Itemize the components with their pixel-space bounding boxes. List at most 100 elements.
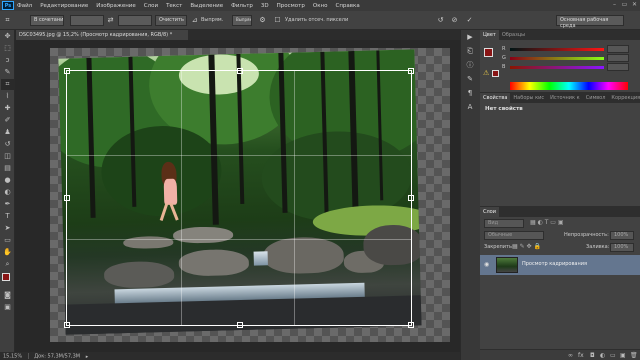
screen-mode-icon[interactable]: ▣ <box>1 302 14 313</box>
folder-icon[interactable]: ▭ <box>610 352 616 359</box>
lasso-tool-icon[interactable]: ↄ <box>1 55 14 66</box>
crop-handle-bottom-left[interactable] <box>64 322 70 328</box>
menu-window[interactable]: Окно <box>313 3 328 9</box>
trash-icon[interactable]: 🗑 <box>630 352 638 359</box>
fx-icon[interactable]: fx <box>578 352 584 359</box>
type-tool-icon[interactable]: T <box>1 211 14 222</box>
menu-filter[interactable]: Фильтр <box>231 3 253 9</box>
character-icon[interactable]: A <box>461 100 479 114</box>
tab-character[interactable]: Символ <box>583 93 609 103</box>
slider-track[interactable] <box>510 66 604 69</box>
close-window-icon[interactable]: ✕ <box>630 1 639 10</box>
layer-filter-select[interactable]: Вид <box>484 219 524 228</box>
slider-track[interactable] <box>510 57 604 60</box>
slider-red[interactable]: R <box>480 45 640 54</box>
clear-button[interactable]: Очистить <box>155 15 187 26</box>
document-tab[interactable]: DSC03495.jpg @ 15,2% (Просмотр кадрирова… <box>16 30 188 40</box>
slider-value-field[interactable] <box>607 45 629 53</box>
menu-layers[interactable]: Слои <box>144 3 158 9</box>
cancel-icon[interactable]: ⊘ <box>450 16 459 25</box>
width-field[interactable] <box>70 15 104 26</box>
ratio-select[interactable]: В сочетании <box>30 15 64 26</box>
move-tool-icon[interactable]: ✥ <box>1 31 14 42</box>
zoom-tool-icon[interactable]: ⌕ <box>1 259 14 270</box>
slider-value-field[interactable] <box>607 63 629 71</box>
delete-pixels-checkbox[interactable]: ☐ <box>273 16 282 25</box>
crop-tool-preset-icon[interactable]: ⌗ <box>3 16 12 25</box>
visibility-eye-icon[interactable]: ◉ <box>484 261 489 268</box>
tab-clone-source[interactable]: Источник к <box>547 93 583 103</box>
info-icon[interactable]: ⓘ <box>461 58 479 72</box>
history-icon[interactable]: ⎗ <box>461 44 479 58</box>
menu-file[interactable]: Файл <box>17 3 32 9</box>
tab-brush-presets[interactable]: Наборы кис <box>510 93 547 103</box>
tab-color[interactable]: Цвет <box>480 30 499 40</box>
color-swatches[interactable] <box>0 273 14 289</box>
hand-tool-icon[interactable]: ✋ <box>1 247 14 258</box>
fill-field[interactable]: 100% <box>610 243 634 252</box>
blur-tool-icon[interactable]: ● <box>1 175 14 186</box>
gear-icon[interactable]: ⚙ <box>258 16 267 25</box>
tab-properties[interactable]: Свойства <box>480 93 511 103</box>
menu-view[interactable]: Просмотр <box>277 3 305 9</box>
minimize-icon[interactable]: – <box>610 1 619 10</box>
opacity-field[interactable]: 100% <box>610 231 634 240</box>
path-select-tool-icon[interactable]: ➤ <box>1 223 14 234</box>
straighten-icon[interactable]: ⊿ <box>190 16 199 25</box>
eyedropper-tool-icon[interactable]: ⌇ <box>1 91 14 102</box>
pen-tool-icon[interactable]: ✒ <box>1 199 14 210</box>
marquee-tool-icon[interactable]: ⬚ <box>1 43 14 54</box>
crop-box[interactable] <box>64 68 414 328</box>
menu-3d[interactable]: 3D <box>261 3 269 9</box>
mask-icon[interactable]: ◘ <box>590 352 595 359</box>
canvas-area[interactable] <box>16 40 460 352</box>
slider-track[interactable] <box>510 48 604 51</box>
play-icon[interactable]: ▶ <box>461 30 479 44</box>
menu-select[interactable]: Выделение <box>190 3 223 9</box>
eraser-tool-icon[interactable]: ◫ <box>1 151 14 162</box>
tab-adjustments[interactable]: Коррекция <box>608 93 640 103</box>
crop-handle-top-left[interactable] <box>64 68 70 74</box>
clone-stamp-tool-icon[interactable]: ♟ <box>1 127 14 138</box>
paragraph-icon[interactable]: ¶ <box>461 86 479 100</box>
link-icon[interactable]: ∞ <box>568 352 573 359</box>
menu-edit[interactable]: Редактирование <box>40 3 88 9</box>
quick-mask-icon[interactable]: ◙ <box>1 290 14 301</box>
restore-icon[interactable]: ▭ <box>620 1 629 10</box>
blend-mode-select[interactable]: Обычные <box>484 231 544 240</box>
status-menu-arrow-icon[interactable]: ▸ <box>86 354 89 360</box>
undo-icon[interactable]: ↺ <box>436 16 445 25</box>
quick-select-tool-icon[interactable]: ✎ <box>1 67 14 78</box>
slider-green[interactable]: G <box>480 54 640 63</box>
menu-help[interactable]: Справка <box>335 3 359 9</box>
height-field[interactable] <box>118 15 152 26</box>
crop-handle-top-right[interactable] <box>408 68 414 74</box>
brush-presets-icon[interactable]: ✎ <box>461 72 479 86</box>
view-select[interactable]: Выпрямить <box>232 15 252 26</box>
new-layer-icon[interactable]: ▣ <box>620 352 626 359</box>
menu-image[interactable]: Изображение <box>96 3 136 9</box>
lock-icons[interactable]: ▦ ✎ ✥ 🔒 <box>512 243 541 250</box>
slider-blue[interactable]: B <box>480 63 640 72</box>
crop-handle-left[interactable] <box>64 195 70 201</box>
adjustment-icon[interactable]: ◐ <box>600 352 605 359</box>
tab-layers[interactable]: Слои <box>480 207 499 217</box>
history-brush-tool-icon[interactable]: ↺ <box>1 139 14 150</box>
layer-thumbnail[interactable] <box>496 257 518 273</box>
zoom-level[interactable]: 15,15% <box>3 354 22 360</box>
foreground-color-swatch[interactable] <box>2 273 10 281</box>
brush-tool-icon[interactable]: ✐ <box>1 115 14 126</box>
menu-type[interactable]: Текст <box>166 3 182 9</box>
crop-handle-bottom-right[interactable] <box>408 322 414 328</box>
workspace-select[interactable]: Основная рабочая среда <box>556 15 624 29</box>
layer-filter-icons[interactable]: ▦ ◐ T ▭ ▣ <box>530 219 564 226</box>
layer-row[interactable]: ◉ Просмотр кадрирования <box>480 255 640 275</box>
crop-tool-icon[interactable]: ⌗ <box>1 79 14 90</box>
crop-handle-bottom[interactable] <box>237 322 243 328</box>
gradient-tool-icon[interactable]: ▤ <box>1 163 14 174</box>
color-spectrum[interactable] <box>510 82 628 90</box>
slider-value-field[interactable] <box>607 54 629 62</box>
shape-tool-icon[interactable]: ▭ <box>1 235 14 246</box>
commit-icon[interactable]: ✓ <box>465 16 474 25</box>
dodge-tool-icon[interactable]: ◐ <box>1 187 14 198</box>
